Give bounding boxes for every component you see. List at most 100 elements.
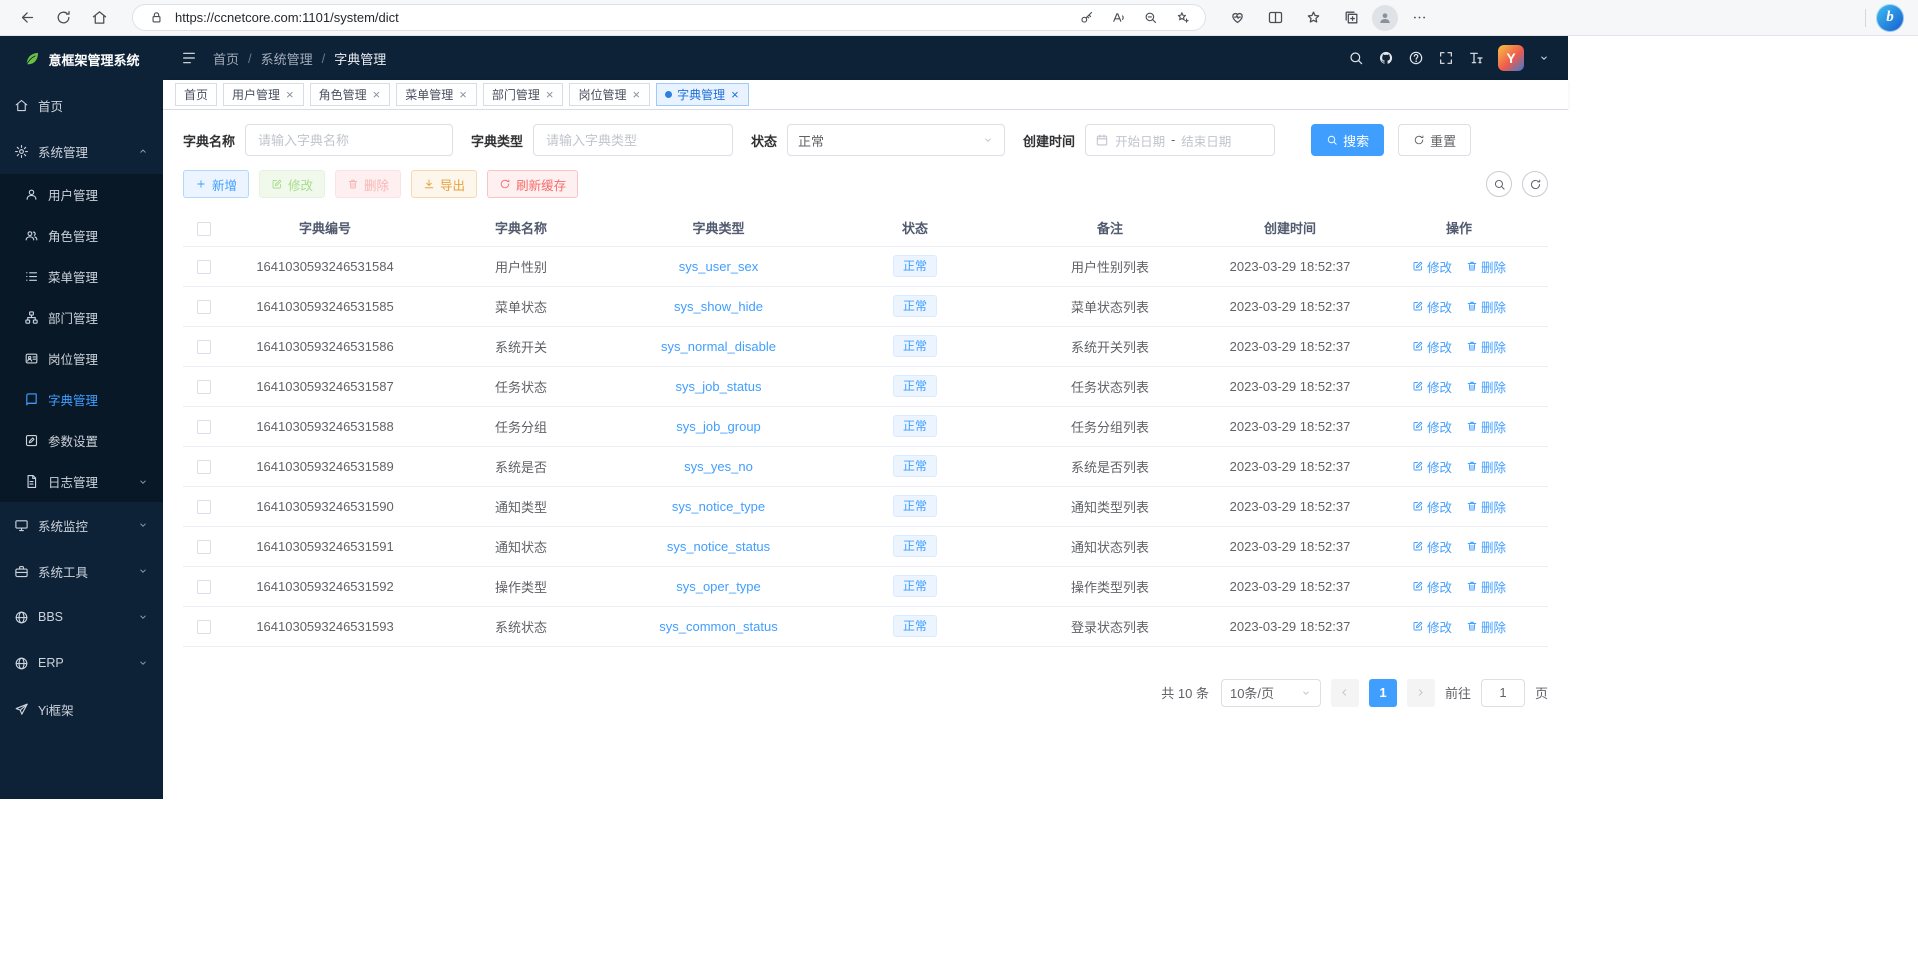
row-checkbox[interactable] bbox=[197, 540, 211, 554]
close-icon[interactable]: × bbox=[631, 88, 641, 101]
address-bar[interactable]: https://ccnetcore.com:1101/system/dict bbox=[132, 4, 1206, 31]
breadcrumb-system[interactable]: 系统管理 bbox=[261, 49, 313, 68]
breadcrumb-home[interactable]: 首页 bbox=[213, 49, 239, 68]
dict-type-link[interactable]: sys_user_sex bbox=[679, 259, 758, 274]
row-edit-button[interactable]: 修改 bbox=[1412, 257, 1452, 276]
row-checkbox[interactable] bbox=[197, 620, 211, 634]
row-checkbox[interactable] bbox=[197, 500, 211, 514]
sidebar-item-system-tools[interactable]: 系统工具 bbox=[0, 548, 163, 594]
dict-type-link[interactable]: sys_notice_status bbox=[667, 539, 770, 554]
close-icon[interactable]: × bbox=[730, 88, 740, 101]
sidebar-item-log-management[interactable]: 日志管理 bbox=[0, 461, 163, 502]
font-size-icon[interactable] bbox=[1468, 50, 1484, 66]
dict-type-link[interactable]: sys_job_status bbox=[676, 379, 762, 394]
dict-type-link[interactable]: sys_oper_type bbox=[676, 579, 761, 594]
row-checkbox[interactable] bbox=[197, 260, 211, 274]
password-key-icon[interactable] bbox=[1075, 7, 1097, 29]
sidebar-item-home[interactable]: 首页 bbox=[0, 82, 163, 128]
dict-type-link[interactable]: sys_common_status bbox=[659, 619, 778, 634]
sidebar-item-dept-management[interactable]: 部门管理 bbox=[0, 297, 163, 338]
close-icon[interactable]: × bbox=[285, 88, 295, 101]
dict-type-link[interactable]: sys_job_group bbox=[676, 419, 761, 434]
tab-menu-management[interactable]: 菜单管理× bbox=[396, 83, 477, 106]
help-icon[interactable] bbox=[1408, 50, 1424, 66]
dict-type-input[interactable] bbox=[533, 124, 733, 156]
url-text[interactable]: https://ccnetcore.com:1101/system/dict bbox=[175, 10, 399, 25]
sidebar-item-post-management[interactable]: 岗位管理 bbox=[0, 338, 163, 379]
back-button[interactable] bbox=[10, 3, 44, 32]
delete-button[interactable]: 删除 bbox=[335, 170, 401, 198]
search-button[interactable]: 搜索 bbox=[1311, 124, 1384, 156]
collections-icon[interactable] bbox=[1334, 3, 1368, 32]
row-delete-button[interactable]: 删除 bbox=[1466, 617, 1506, 636]
split-screen-icon[interactable] bbox=[1258, 3, 1292, 32]
user-menu-caret-icon[interactable] bbox=[1538, 52, 1550, 64]
row-edit-button[interactable]: 修改 bbox=[1412, 337, 1452, 356]
date-end-placeholder[interactable]: 结束日期 bbox=[1181, 131, 1231, 150]
row-delete-button[interactable]: 删除 bbox=[1466, 417, 1506, 436]
row-edit-button[interactable]: 修改 bbox=[1412, 377, 1452, 396]
row-checkbox[interactable] bbox=[197, 580, 211, 594]
sidebar-item-system-monitor[interactable]: 系统监控 bbox=[0, 502, 163, 548]
row-checkbox[interactable] bbox=[197, 300, 211, 314]
add-button[interactable]: 新增 bbox=[183, 170, 249, 198]
zoom-out-icon[interactable] bbox=[1139, 7, 1161, 29]
sidebar-item-param-settings[interactable]: 参数设置 bbox=[0, 420, 163, 461]
menu-fold-icon[interactable] bbox=[181, 50, 197, 66]
toggle-search-button[interactable] bbox=[1486, 171, 1512, 197]
fullscreen-icon[interactable] bbox=[1438, 50, 1454, 66]
profile-avatar[interactable] bbox=[1372, 5, 1398, 31]
row-edit-button[interactable]: 修改 bbox=[1412, 617, 1452, 636]
tab-user-management[interactable]: 用户管理× bbox=[223, 83, 304, 106]
github-icon[interactable] bbox=[1378, 50, 1394, 66]
close-icon[interactable]: × bbox=[458, 88, 468, 101]
date-range-picker[interactable]: 开始日期 - 结束日期 bbox=[1085, 124, 1275, 156]
current-page-button[interactable]: 1 bbox=[1369, 679, 1397, 707]
refresh-cache-button[interactable]: 刷新缓存 bbox=[487, 170, 578, 198]
user-avatar[interactable]: Y bbox=[1498, 45, 1524, 71]
sidebar-item-menu-management[interactable]: 菜单管理 bbox=[0, 256, 163, 297]
row-edit-button[interactable]: 修改 bbox=[1412, 537, 1452, 556]
row-delete-button[interactable]: 删除 bbox=[1466, 497, 1506, 516]
dict-type-link[interactable]: sys_show_hide bbox=[674, 299, 763, 314]
row-checkbox[interactable] bbox=[197, 340, 211, 354]
browser-essentials-icon[interactable] bbox=[1220, 3, 1254, 32]
tab-home[interactable]: 首页 bbox=[175, 83, 217, 106]
tab-dept-management[interactable]: 部门管理× bbox=[483, 83, 564, 106]
close-icon[interactable]: × bbox=[372, 88, 382, 101]
page-size-select[interactable]: 10条/页 bbox=[1221, 679, 1321, 707]
tab-post-management[interactable]: 岗位管理× bbox=[569, 83, 650, 106]
favorites-icon[interactable] bbox=[1296, 3, 1330, 32]
row-edit-button[interactable]: 修改 bbox=[1412, 457, 1452, 476]
search-icon[interactable] bbox=[1348, 50, 1364, 66]
sidebar-item-role-management[interactable]: 角色管理 bbox=[0, 215, 163, 256]
close-icon[interactable]: × bbox=[545, 88, 555, 101]
next-page-button[interactable] bbox=[1407, 679, 1435, 707]
dict-type-link[interactable]: sys_yes_no bbox=[684, 459, 753, 474]
refresh-table-button[interactable] bbox=[1522, 171, 1548, 197]
settings-more-icon[interactable] bbox=[1402, 3, 1436, 32]
export-button[interactable]: 导出 bbox=[411, 170, 477, 198]
row-checkbox[interactable] bbox=[197, 380, 211, 394]
row-delete-button[interactable]: 删除 bbox=[1466, 457, 1506, 476]
sidebar-item-user-management[interactable]: 用户管理 bbox=[0, 174, 163, 215]
row-edit-button[interactable]: 修改 bbox=[1412, 577, 1452, 596]
row-checkbox[interactable] bbox=[197, 420, 211, 434]
row-delete-button[interactable]: 删除 bbox=[1466, 577, 1506, 596]
sidebar-item-bbs[interactable]: BBS bbox=[0, 594, 163, 640]
dict-name-input[interactable] bbox=[245, 124, 453, 156]
row-edit-button[interactable]: 修改 bbox=[1412, 497, 1452, 516]
prev-page-button[interactable] bbox=[1331, 679, 1359, 707]
row-delete-button[interactable]: 删除 bbox=[1466, 537, 1506, 556]
row-delete-button[interactable]: 删除 bbox=[1466, 337, 1506, 356]
sidebar-item-system-management[interactable]: 系统管理 bbox=[0, 128, 163, 174]
row-checkbox[interactable] bbox=[197, 460, 211, 474]
reset-button[interactable]: 重置 bbox=[1398, 124, 1471, 156]
row-edit-button[interactable]: 修改 bbox=[1412, 297, 1452, 316]
tab-dict-management[interactable]: 字典管理× bbox=[656, 83, 749, 106]
goto-page-input[interactable] bbox=[1481, 679, 1525, 707]
edit-button[interactable]: 修改 bbox=[259, 170, 325, 198]
browser-home-button[interactable] bbox=[82, 3, 116, 32]
row-delete-button[interactable]: 删除 bbox=[1466, 377, 1506, 396]
row-delete-button[interactable]: 删除 bbox=[1466, 257, 1506, 276]
